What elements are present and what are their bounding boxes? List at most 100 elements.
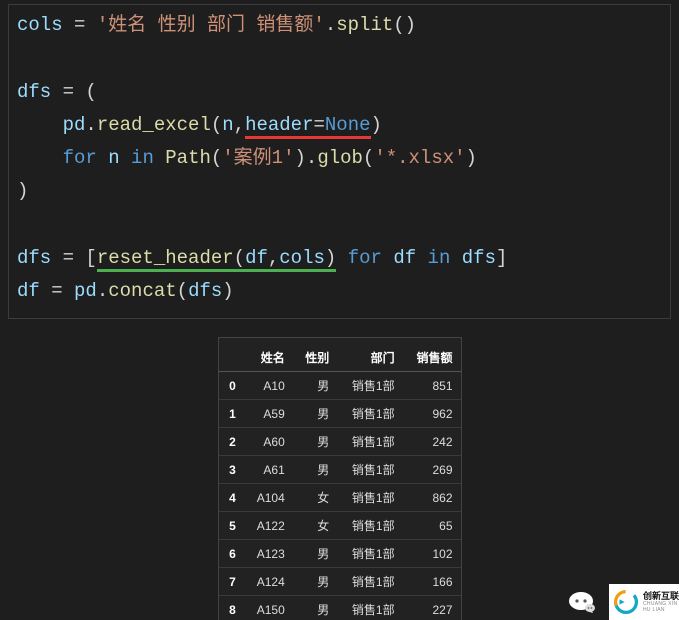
cell-name: A104 <box>244 484 293 512</box>
cell-sex: 男 <box>293 540 338 568</box>
cell-dept: 销售1部 <box>337 596 402 620</box>
code-token: = <box>63 14 97 36</box>
code-token: dfs <box>188 280 222 302</box>
cell-name: A124 <box>244 568 293 596</box>
cell-sales: 962 <box>403 400 461 428</box>
table-header: 部门 <box>337 344 402 372</box>
code-string: '案例1' <box>222 147 294 169</box>
code-token: ) <box>466 147 477 169</box>
code-token <box>382 247 393 269</box>
table-row: 8A150男销售1部227 <box>219 596 461 620</box>
logo-icon <box>613 589 639 615</box>
code-token <box>17 147 63 169</box>
code-keyword: in <box>131 147 154 169</box>
code-token: df <box>17 280 40 302</box>
row-index: 0 <box>219 372 244 400</box>
code-token: ) <box>17 180 28 202</box>
code-token: Path <box>165 147 211 169</box>
cell-sales: 102 <box>403 540 461 568</box>
code-token: ) <box>371 114 382 136</box>
table-header: 姓名 <box>244 344 293 372</box>
cell-sex: 男 <box>293 372 338 400</box>
code-token: ] <box>496 247 507 269</box>
row-index: 2 <box>219 428 244 456</box>
row-index: 6 <box>219 540 244 568</box>
code-token <box>97 147 108 169</box>
table-row: 1A59男销售1部962 <box>219 400 461 428</box>
code-token: split <box>336 14 393 36</box>
underline-green: reset_header(df,cols) <box>97 247 336 272</box>
row-index: 3 <box>219 456 244 484</box>
cell-name: A123 <box>244 540 293 568</box>
table-header-row: 姓名 性别 部门 销售额 <box>219 344 461 372</box>
code-token: cols <box>17 14 63 36</box>
code-token: concat <box>108 280 176 302</box>
cell-name: A10 <box>244 372 293 400</box>
code-token: pd <box>74 280 97 302</box>
cell-dept: 销售1部 <box>337 484 402 512</box>
code-token: = ( <box>51 81 97 103</box>
table-header: 性别 <box>293 344 338 372</box>
code-keyword: for <box>348 247 382 269</box>
cell-sales: 166 <box>403 568 461 596</box>
logo-title: 创新互联 <box>643 592 679 601</box>
code-token: ( <box>211 147 222 169</box>
table-row: 6A123男销售1部102 <box>219 540 461 568</box>
table-row: 4A104女销售1部862 <box>219 484 461 512</box>
cell-name: A60 <box>244 428 293 456</box>
table-row: 3A61男销售1部269 <box>219 456 461 484</box>
table-row: 2A60男销售1部242 <box>219 428 461 456</box>
table-row: 7A124男销售1部166 <box>219 568 461 596</box>
code-token: . <box>85 114 96 136</box>
row-index: 7 <box>219 568 244 596</box>
cell-sex: 男 <box>293 456 338 484</box>
row-index: 1 <box>219 400 244 428</box>
code-token: dfs <box>462 247 496 269</box>
code-keyword: for <box>63 147 97 169</box>
cell-sales: 851 <box>403 372 461 400</box>
table-row: 0A10男销售1部851 <box>219 372 461 400</box>
cell-sales: 242 <box>403 428 461 456</box>
code-token: . <box>325 14 336 36</box>
cell-sex: 女 <box>293 484 338 512</box>
code-token <box>120 147 131 169</box>
code-token: . <box>97 280 108 302</box>
code-token <box>416 247 427 269</box>
cell-name: A122 <box>244 512 293 540</box>
cell-dept: 销售1部 <box>337 400 402 428</box>
cell-sales: 227 <box>403 596 461 620</box>
code-token: n <box>108 147 119 169</box>
code-block: cols = '姓名 性别 部门 销售额'.split() dfs = ( pd… <box>8 4 671 319</box>
cell-dept: 销售1部 <box>337 512 402 540</box>
cell-dept: 销售1部 <box>337 568 402 596</box>
dataframe-table: 姓名 性别 部门 销售额 0A10男销售1部8511A59男销售1部9622A6… <box>218 337 462 620</box>
code-token: ( <box>363 147 374 169</box>
cell-name: A61 <box>244 456 293 484</box>
code-token: dfs <box>17 247 51 269</box>
code-token: ( <box>177 280 188 302</box>
code-token: , <box>234 114 245 136</box>
cell-sex: 男 <box>293 428 338 456</box>
code-token: ( <box>211 114 222 136</box>
code-token: n <box>222 114 233 136</box>
cell-sex: 男 <box>293 568 338 596</box>
cell-sales: 269 <box>403 456 461 484</box>
cell-sales: 65 <box>403 512 461 540</box>
code-keyword: in <box>428 247 451 269</box>
code-token: df <box>393 247 416 269</box>
code-token: ) <box>222 280 233 302</box>
cell-sex: 女 <box>293 512 338 540</box>
chat-icon[interactable] <box>567 590 595 614</box>
cell-name: A150 <box>244 596 293 620</box>
row-index: 4 <box>219 484 244 512</box>
table-row: 5A122女销售1部65 <box>219 512 461 540</box>
code-token: read_excel <box>97 114 211 136</box>
row-index: 5 <box>219 512 244 540</box>
code-string: '姓名 性别 部门 销售额' <box>97 14 325 36</box>
brand-logo[interactable]: 创新互联 CHUANG XIN HU LIAN <box>609 584 679 620</box>
table-header <box>219 344 244 372</box>
cell-sales: 862 <box>403 484 461 512</box>
code-token <box>17 114 63 136</box>
cell-sex: 男 <box>293 400 338 428</box>
code-token <box>154 147 165 169</box>
